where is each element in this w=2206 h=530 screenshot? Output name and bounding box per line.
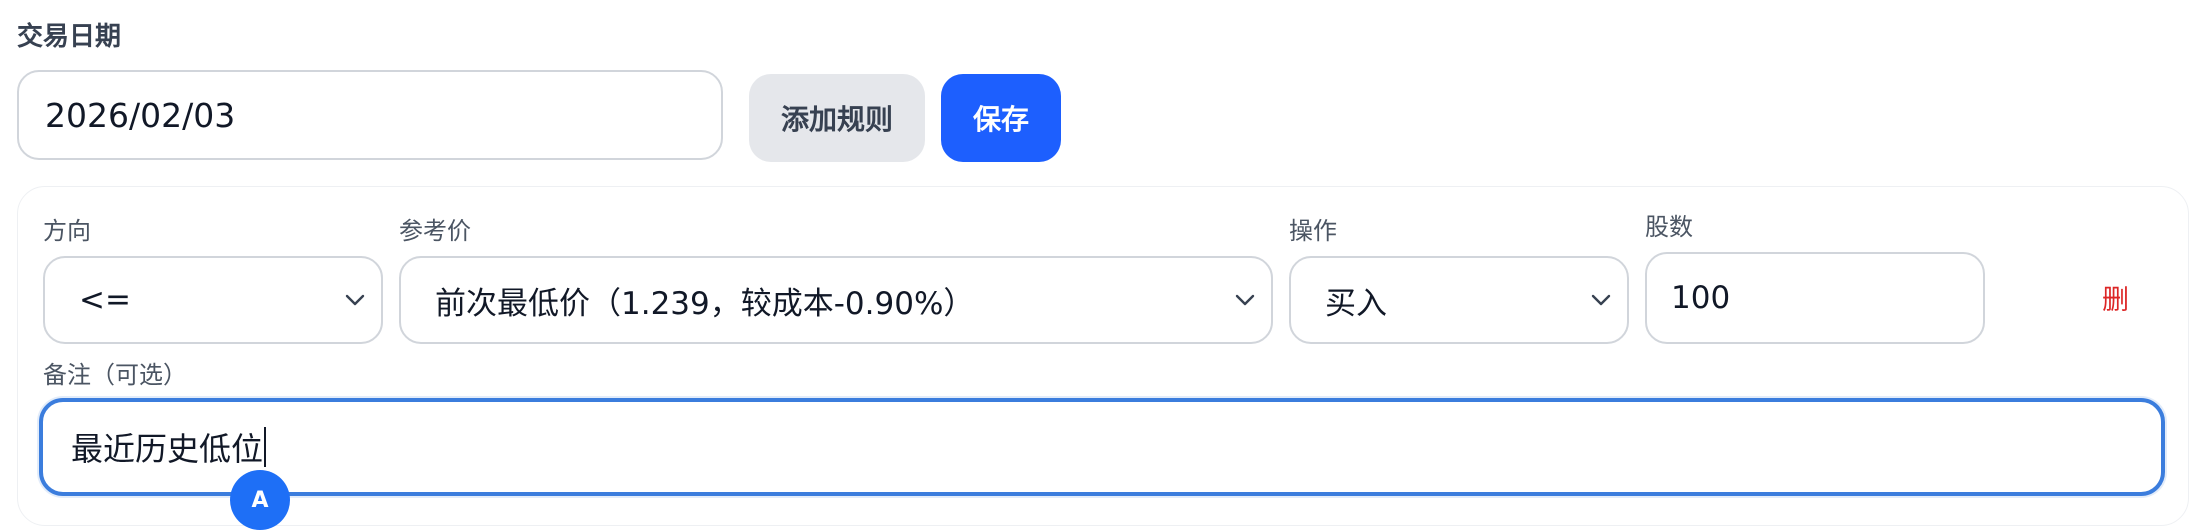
ime-indicator-badge: A (230, 470, 290, 530)
add-rule-button[interactable]: 添加规则 (749, 74, 925, 162)
reference-price-select[interactable]: 前次最低价（1.239，较成本-0.90%） (399, 256, 1273, 344)
direction-select[interactable]: <= (43, 256, 383, 344)
action-select[interactable]: 买入 (1289, 256, 1629, 344)
reference-price-label: 参考价 (399, 217, 471, 245)
shares-value: 100 (1671, 280, 1731, 316)
reference-price-value: 前次最低价（1.239，较成本-0.90%） (435, 285, 975, 322)
text-caret (264, 427, 267, 467)
direction-value: <= (79, 282, 131, 318)
trade-date-input[interactable]: 2026/02/03 (17, 70, 723, 160)
trade-date-label: 交易日期 (17, 22, 122, 52)
note-input[interactable]: 最近历史低位 (39, 398, 2165, 496)
shares-input[interactable]: 100 (1645, 252, 1985, 344)
direction-label: 方向 (43, 217, 91, 245)
action-value: 买入 (1325, 285, 1387, 322)
shares-label: 股数 (1645, 213, 1693, 241)
note-label: 备注（可选） (43, 361, 187, 389)
save-button[interactable]: 保存 (941, 74, 1061, 162)
note-value: 最近历史低位 (71, 430, 264, 468)
chevron-down-icon (1581, 280, 1621, 320)
trade-date-value: 2026/02/03 (45, 95, 236, 135)
chevron-down-icon (335, 280, 375, 320)
action-label: 操作 (1289, 217, 1337, 245)
chevron-down-icon (1225, 280, 1265, 320)
delete-rule-button[interactable]: 删 (2102, 282, 2129, 320)
